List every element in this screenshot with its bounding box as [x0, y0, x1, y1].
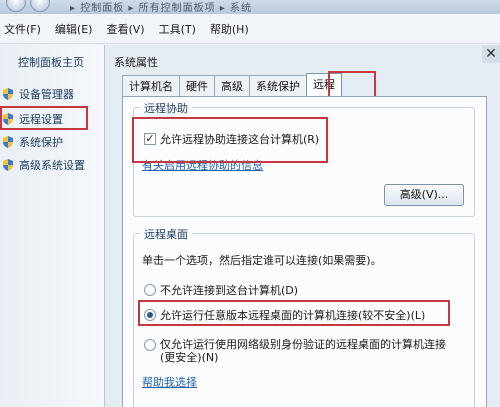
menu-help[interactable]: 帮助(H) [210, 21, 249, 37]
advanced-button[interactable]: 高级(V)... [384, 184, 464, 206]
dialog-title: 系统属性 [114, 56, 158, 69]
tab-computer-name[interactable]: 计算机名 [122, 75, 180, 97]
system-properties-dialog: 系统属性 ✕ 计算机名 硬件 高级 系统保护 远程 远程协助 ✓ 允许远程协助连… [104, 45, 500, 407]
shield-icon [3, 88, 13, 100]
radio-label: 仅允许运行使用网络级别身份验证的远程桌面的计算机连接(更安全)(N) [160, 338, 446, 364]
remote-desktop-instruction: 单击一个选项，然后指定谁可以连接(如果需要)。 [142, 254, 382, 267]
close-icon[interactable]: ✕ [482, 45, 500, 63]
menu-file[interactable]: 文件(F) [4, 21, 41, 37]
breadcrumb[interactable]: ▸ 控制面板 ▸ 所有控制面板项 ▸ 系统 [70, 0, 252, 14]
menu-tools[interactable]: 工具(T) [159, 21, 196, 37]
control-panel-home-link[interactable]: 控制面板主页 [18, 54, 84, 70]
remote-tab-panel: 远程协助 ✓ 允许远程协助连接这台计算机(R) 有关启用远程协助的信息 高级(V… [122, 96, 487, 407]
tab-hardware[interactable]: 硬件 [179, 75, 215, 97]
menu-edit[interactable]: 编辑(E) [55, 21, 93, 37]
radio-nla-only[interactable]: 仅允许运行使用网络级别身份验证的远程桌面的计算机连接(更安全)(N) [144, 338, 462, 364]
help-me-choose-link[interactable]: 帮助我选择 [142, 374, 197, 390]
sidebar-item-device-manager[interactable]: 设备管理器 [2, 84, 74, 104]
sidebar-item-system-protection[interactable]: 系统保护 [2, 132, 63, 152]
highlight-any-version-option [138, 300, 450, 326]
tab-advanced[interactable]: 高级 [214, 75, 250, 97]
back-button[interactable] [6, 0, 26, 12]
radio-button[interactable] [144, 339, 156, 351]
sidebar-item-advanced-settings[interactable]: 高级系统设置 [2, 155, 85, 175]
highlight-remote-settings [0, 106, 88, 130]
shield-icon [3, 136, 13, 148]
shield-icon [3, 159, 13, 171]
menu-view[interactable]: 查看(V) [106, 21, 144, 37]
radio-button[interactable] [144, 284, 156, 296]
tab-strip: 计算机名 硬件 高级 系统保护 远程 [122, 73, 342, 97]
forward-button[interactable] [30, 0, 50, 12]
address-bar: ▸ 控制面板 ▸ 所有控制面板项 ▸ 系统 [0, 0, 500, 14]
left-pane: 控制面板主页 设备管理器 远程设置 系统保护 高级系统设置 [0, 45, 104, 407]
group-title: 远程协助 [140, 100, 192, 116]
highlight-remote-tab [328, 71, 376, 98]
group-title: 远程桌面 [140, 226, 192, 242]
sidebar-item-label: 高级系统设置 [19, 159, 85, 172]
highlight-remote-assistance [132, 117, 328, 163]
sidebar-item-label: 设备管理器 [19, 88, 74, 101]
tab-system-protection[interactable]: 系统保护 [249, 75, 307, 97]
radio-no-connections[interactable]: 不允许连接到这台计算机(D) [144, 282, 298, 298]
sidebar-item-label: 系统保护 [19, 136, 63, 149]
radio-label: 不允许连接到这台计算机(D) [160, 284, 299, 297]
menu-bar: 文件(F) 编辑(E) 查看(V) 工具(T) 帮助(H) [0, 14, 500, 44]
